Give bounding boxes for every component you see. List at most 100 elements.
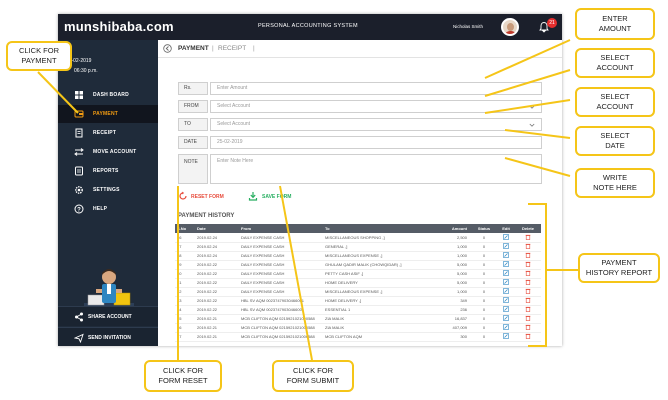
tab-separator: |: [253, 45, 255, 52]
sno-cell: 29: [175, 260, 195, 270]
sidebar-item-payment[interactable]: PAYMENT: [58, 105, 158, 123]
status-cell: 0: [471, 278, 497, 288]
trash-icon[interactable]: [525, 234, 531, 240]
sidebar-item-dashboard[interactable]: DASH BOARD: [58, 86, 158, 104]
date-input[interactable]: 25-02-2019: [210, 136, 542, 149]
trash-icon[interactable]: [525, 306, 531, 312]
tab-payment[interactable]: PAYMENT: [178, 45, 209, 52]
edit-icon[interactable]: [503, 288, 509, 294]
chevron-down-icon: [529, 123, 535, 127]
status-cell: 0: [471, 305, 497, 315]
sidebar-item-move-account[interactable]: MOVE ACCOUNT: [58, 143, 158, 161]
to-account-select[interactable]: Select Account: [210, 118, 542, 131]
sidebar-item-reports[interactable]: REPORTS: [58, 162, 158, 180]
trash-icon[interactable]: [525, 333, 531, 339]
table-row: 28 2019.02.24 DAILY EXPENSE CASH MISCELLANE…: [175, 251, 541, 261]
delete-cell: [515, 260, 541, 270]
top-bar: munshibaba.com PERSONAL ACCOUNTING SYSTE…: [58, 14, 562, 40]
edit-icon[interactable]: [503, 233, 509, 240]
amount-cell: 2,500: [435, 233, 471, 243]
from-cell: DAILY EXPENSE CASH: [239, 251, 323, 261]
to-cell: HOME DELIVERY ,]: [323, 296, 435, 306]
sidebar-item-help[interactable]: ? HELP: [58, 200, 158, 218]
column-header: Amount: [435, 224, 471, 233]
edit-icon[interactable]: [503, 297, 509, 303]
edit-icon[interactable]: [503, 270, 509, 276]
edit-icon[interactable]: [503, 315, 509, 321]
amount-input[interactable]: Enter Amount: [210, 82, 542, 95]
trash-icon[interactable]: [525, 252, 531, 258]
sidebar: y 08-02-2019 06:30 p.m. DASH BOARD PAYME…: [58, 40, 158, 346]
status-cell: 0: [471, 260, 497, 270]
amount-cell: 5,000: [435, 278, 471, 288]
from-cell: DAILY EXPENSE CASH: [239, 242, 323, 252]
to-row: TO Select Account: [178, 118, 542, 131]
status-cell: 0: [471, 296, 497, 306]
sno-cell: 27: [175, 242, 195, 252]
trash-icon[interactable]: [525, 243, 531, 249]
edit-icon[interactable]: [503, 261, 509, 267]
edit-icon[interactable]: [503, 306, 509, 312]
callout-select-account-from: SELECT ACCOUNT: [575, 48, 655, 78]
date-cell: 2019.02.24: [195, 251, 239, 261]
share-account-button[interactable]: SHARE ACCOUNT: [58, 306, 158, 326]
status-cell: 0: [471, 233, 497, 243]
sidebar-item-label: MOVE ACCOUNT: [93, 149, 137, 155]
date-cell: 2019.02.21: [195, 332, 239, 342]
amount-cell: 1,000: [435, 251, 471, 261]
user-name[interactable]: Nicholas Smith: [453, 24, 483, 29]
edit-icon[interactable]: [503, 324, 509, 330]
sidebar-item-receipt[interactable]: RECEIPT: [58, 124, 158, 142]
date-cell: 2019.02.22: [195, 305, 239, 315]
trash-icon[interactable]: [525, 261, 531, 267]
trash-icon[interactable]: [525, 297, 531, 303]
table-row: 35 2019.02.21 MCB CLIFTON AQM 021592102100…: [175, 314, 541, 324]
notification-badge: 21: [547, 18, 557, 28]
sidebar-item-label: PAYMENT: [93, 111, 119, 117]
delete-cell: [515, 242, 541, 252]
to-account-placeholder: Select Account: [217, 121, 251, 127]
from-cell: MCB CLIFTON AQM 0215921021000588: [239, 323, 323, 333]
edit-icon[interactable]: [503, 252, 509, 258]
column-header: Date: [195, 224, 239, 233]
column-header: S.No: [175, 224, 195, 233]
amount-cell: 300: [435, 332, 471, 342]
payment-icon: [74, 110, 84, 118]
trash-icon[interactable]: [525, 324, 531, 330]
sidebar-item-settings[interactable]: SETTINGS: [58, 181, 158, 199]
save-form-label: SAVE FORM: [262, 194, 292, 200]
delete-cell: [515, 251, 541, 261]
note-textarea[interactable]: Enter Note Here: [210, 154, 542, 184]
table-row: 30 2019.02.22 DAILY EXPENSE CASH PETTY CASH…: [175, 269, 541, 279]
edit-cell: [497, 323, 515, 333]
send-icon: [74, 333, 84, 343]
main-content: PAYMENT | RECEIPT | Rs. Enter Amount FRO…: [158, 40, 562, 346]
sidebar-item-label: SETTINGS: [93, 187, 120, 193]
trash-icon[interactable]: [525, 288, 531, 294]
from-cell: DAILY EXPENSE CASH: [239, 260, 323, 270]
trash-icon[interactable]: [525, 270, 531, 276]
sno-cell: 28: [175, 251, 195, 261]
to-label: TO: [178, 118, 208, 131]
trash-icon[interactable]: [525, 315, 531, 321]
trash-icon[interactable]: [525, 279, 531, 285]
to-cell: ESSENTIAL 1: [323, 305, 435, 315]
date-label: DATE: [178, 136, 208, 149]
amount-cell: 1,000: [435, 242, 471, 252]
edit-icon[interactable]: [503, 333, 509, 339]
amount-cell: 407,009: [435, 323, 471, 333]
from-account-select[interactable]: Select Account: [210, 100, 542, 113]
brand-logo[interactable]: munshibaba.com: [64, 19, 174, 34]
edit-icon[interactable]: [503, 243, 509, 249]
date-cell: 2019.02.24: [195, 242, 239, 252]
date-cell: 2019.02.21: [195, 314, 239, 324]
table-row: 32 2019.02.22 DAILY EXPENSE CASH MISCELLANE…: [175, 287, 541, 297]
svg-text:?: ?: [77, 207, 81, 213]
edit-cell: [497, 233, 515, 243]
delete-cell: [515, 233, 541, 243]
send-invitation-button[interactable]: SEND INVITATION: [58, 327, 158, 346]
back-arrow-icon[interactable]: [163, 44, 172, 53]
tab-receipt[interactable]: RECEIPT: [218, 45, 246, 52]
edit-icon[interactable]: [503, 279, 509, 285]
avatar[interactable]: [501, 18, 519, 36]
